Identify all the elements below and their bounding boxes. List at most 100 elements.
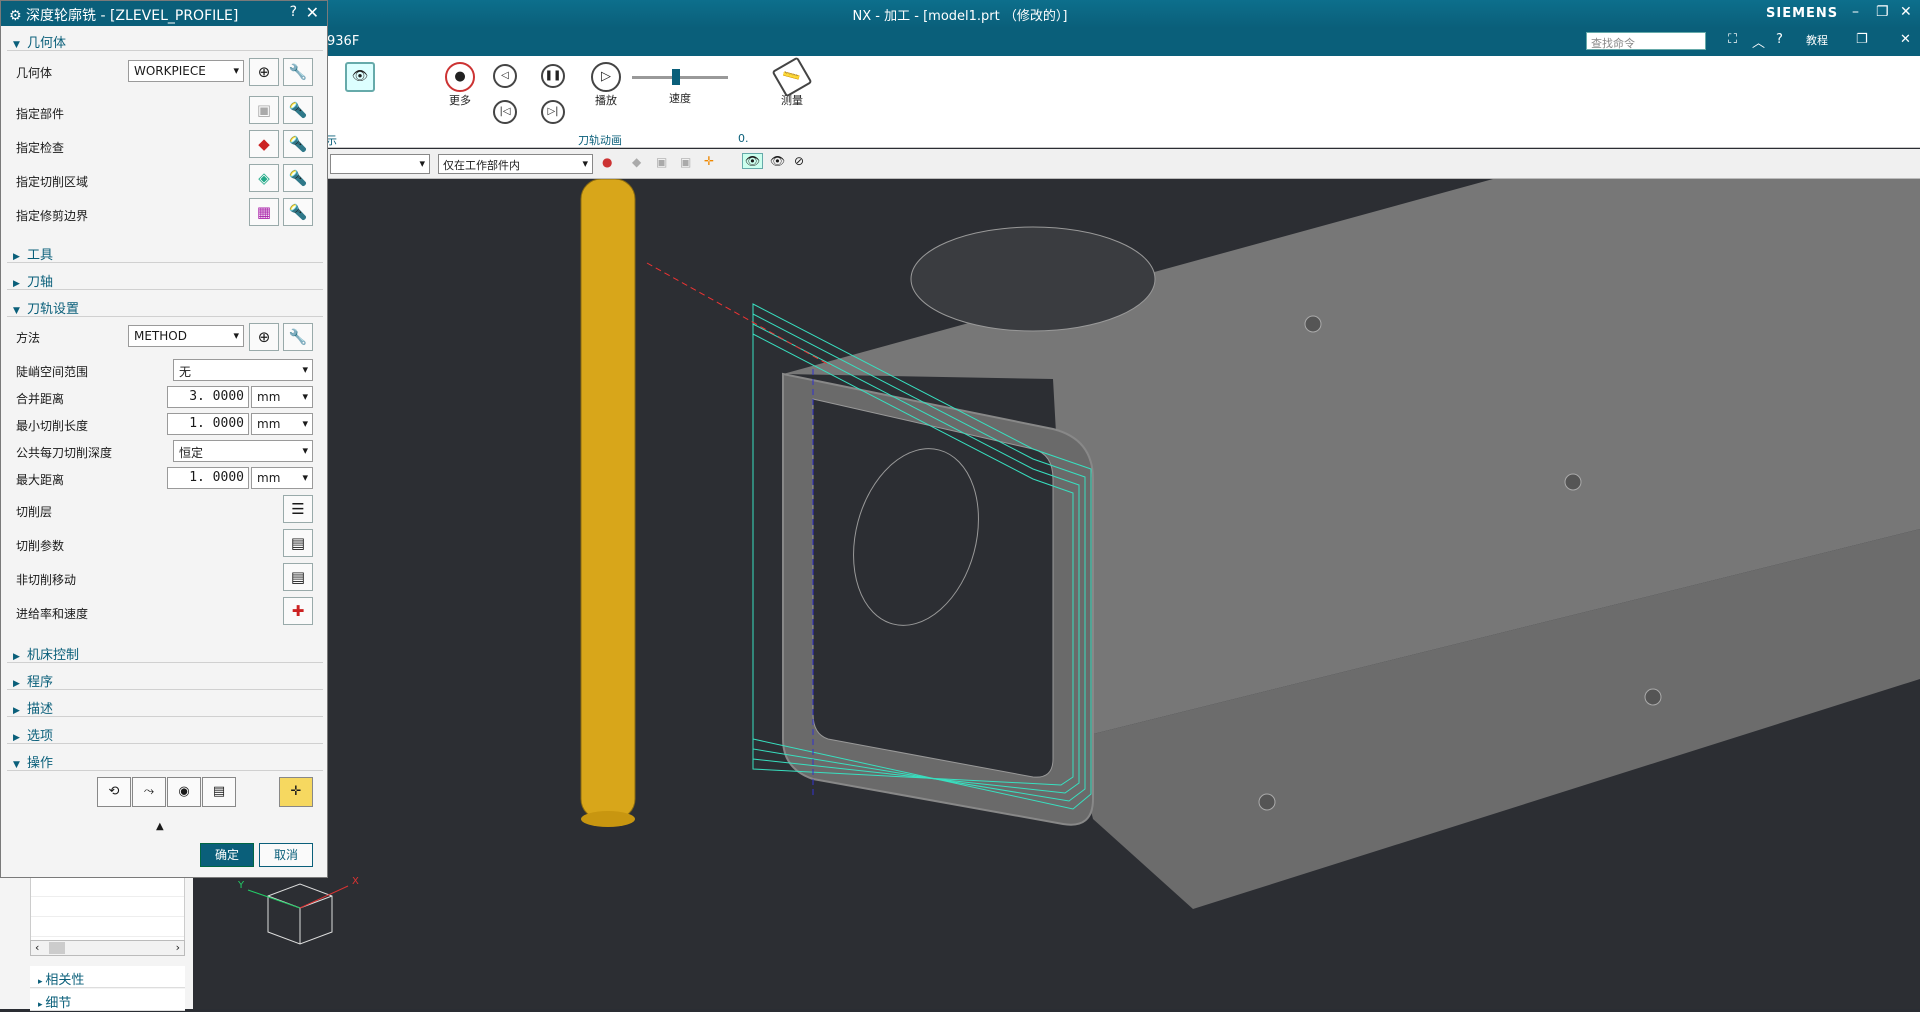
minimize-icon[interactable]: – xyxy=(1852,4,1859,20)
scope-filter-select[interactable]: 仅在工作部件内 xyxy=(438,154,593,174)
section-program[interactable]: ▶ 程序 xyxy=(7,668,323,690)
close-icon[interactable]: ✕ xyxy=(1900,4,1912,20)
chevron-down-icon: ▼ xyxy=(13,306,20,316)
cut-levels-icon[interactable]: ☰ xyxy=(283,495,313,523)
check-body-icon[interactable]: ◆ xyxy=(249,130,279,158)
cut-area-icon[interactable]: ◈ xyxy=(249,164,279,192)
speed-slider-handle[interactable] xyxy=(672,69,680,85)
chevron-up-icon[interactable]: ︿ xyxy=(1752,32,1765,51)
type-filter-select[interactable] xyxy=(330,154,430,174)
eye-icon[interactable]: 👁 xyxy=(770,154,785,168)
section-options[interactable]: ▶ 选项 xyxy=(7,722,323,744)
chevron-right-icon: ▶ xyxy=(13,279,20,289)
section-actions[interactable]: ▼ 操作 xyxy=(7,749,323,771)
restore-icon[interactable]: ❐ xyxy=(1876,4,1889,20)
max-distance-label: 最大距离 xyxy=(16,473,65,487)
section-description[interactable]: ▶ 描述 xyxy=(7,695,323,717)
eye-off-icon[interactable]: ⊘ xyxy=(794,154,804,168)
non-cut-label: 非切削移动 xyxy=(16,573,77,587)
feeds-speeds-icon[interactable]: ✚ xyxy=(283,597,313,625)
cube-icon[interactable]: ▣ xyxy=(680,155,691,169)
chevron-right-icon: ▶ xyxy=(13,706,20,716)
close-icon[interactable]: ✕ xyxy=(1900,32,1911,47)
geometry-select[interactable]: WORKPIECE xyxy=(128,60,244,82)
pause-button[interactable]: ❚❚ xyxy=(538,64,568,88)
measure-button[interactable]: 📏 测量 xyxy=(771,56,813,108)
document-tab[interactable]: 936F xyxy=(327,34,359,49)
min-cut-unit-select[interactable]: mm xyxy=(251,413,313,435)
brand-logo: SIEMENS xyxy=(1766,6,1839,21)
collapse-icon[interactable]: ▲ xyxy=(156,821,164,832)
triad-cube xyxy=(247,883,349,945)
max-distance-unit-select[interactable]: mm xyxy=(251,467,313,489)
help-icon[interactable]: ? xyxy=(1776,32,1783,47)
method-select[interactable]: METHOD xyxy=(128,325,244,347)
toolpath-display-button[interactable]: 👁 xyxy=(340,62,380,92)
cut-depth-label: 公共每刀切削深度 xyxy=(16,446,113,460)
list-icon[interactable]: ▤ xyxy=(202,777,236,807)
cut-depth-select[interactable]: 恒定 xyxy=(173,440,313,462)
last-button[interactable]: ▷| xyxy=(538,100,568,124)
replay-icon[interactable]: ⤳ xyxy=(132,777,166,807)
section-tool-axis[interactable]: ▶ 刀轴 xyxy=(7,268,323,290)
dialog-close-button[interactable]: ✕ xyxy=(306,3,319,22)
snap-icon[interactable]: ✛ xyxy=(704,154,714,168)
select-icon[interactable]: ◆ xyxy=(632,155,641,169)
details-section[interactable]: ▸ 细节 xyxy=(30,989,185,1011)
cube-icon[interactable]: ▣ xyxy=(656,155,667,169)
rewind-button[interactable]: ◁ xyxy=(490,64,520,88)
relevance-section[interactable]: ▸ 相关性 xyxy=(30,966,185,988)
max-distance-input[interactable]: 1. 0000 xyxy=(167,467,249,489)
chevron-left-icon[interactable]: ‹ xyxy=(35,941,39,954)
chevron-down-icon: ▼ xyxy=(13,40,20,50)
tutorial-link[interactable]: 教程 xyxy=(1806,32,1828,48)
cut-params-icon[interactable]: ▤ xyxy=(283,529,313,557)
section-path-settings[interactable]: ▼ 刀轨设置 xyxy=(7,295,323,317)
flashlight-icon[interactable]: 🔦 xyxy=(283,164,313,192)
new-method-icon[interactable]: ⊕ xyxy=(249,323,279,351)
scroll-thumb[interactable] xyxy=(49,942,65,954)
ok-button[interactable]: 确定 xyxy=(200,843,254,867)
eye-icon: 👁 xyxy=(345,62,375,92)
navigator-table xyxy=(30,876,185,942)
wrench-icon[interactable]: 🔧 xyxy=(283,323,313,351)
search-input[interactable]: 查找命令 xyxy=(1586,32,1706,50)
horizontal-scrollbar[interactable]: ‹ › xyxy=(30,940,185,956)
more-button[interactable]: ● 更多 xyxy=(440,62,480,108)
skip-forward-icon: ▷| xyxy=(541,100,565,124)
min-cut-length-input[interactable]: 1. 0000 xyxy=(167,413,249,435)
section-machine-control[interactable]: ▶ 机床控制 xyxy=(7,641,323,663)
section-geometry[interactable]: ▼ 几何体 xyxy=(7,29,323,51)
cancel-button[interactable]: 取消 xyxy=(259,843,313,867)
triad-y-label: Y xyxy=(238,880,245,891)
triad-x-label: X xyxy=(352,876,359,887)
manual-operation-icon[interactable]: ✛ xyxy=(279,777,313,807)
first-button[interactable]: |◁ xyxy=(490,100,520,124)
verify-icon[interactable]: ◉ xyxy=(167,777,201,807)
restore-icon[interactable]: ❐ xyxy=(1856,32,1868,47)
trim-boundary-icon[interactable]: ▦ xyxy=(249,198,279,226)
palette-icon: ● xyxy=(445,62,475,92)
show-hide-icon[interactable]: 👁 xyxy=(742,153,764,169)
flashlight-icon[interactable]: 🔦 xyxy=(283,198,313,226)
merge-unit-select[interactable]: mm xyxy=(251,386,313,408)
section-tool[interactable]: ▶ 工具 xyxy=(7,241,323,263)
part-icon[interactable]: ▣ xyxy=(249,96,279,124)
dialog-header: ⚙ 深度轮廓铣 - [ZLEVEL_PROFILE] ? ✕ xyxy=(1,1,327,26)
graphics-viewport[interactable] xyxy=(193,178,1920,1009)
steep-range-select[interactable]: 无 xyxy=(173,359,313,381)
non-cut-moves-icon[interactable]: ▤ xyxy=(283,563,313,591)
generate-icon[interactable]: ⟲ xyxy=(97,777,131,807)
color-filter-icon[interactable]: ● xyxy=(602,155,612,169)
help-button[interactable]: ? xyxy=(290,4,297,20)
new-geometry-icon[interactable]: ⊕ xyxy=(249,58,279,86)
flashlight-icon[interactable]: 🔦 xyxy=(283,96,313,124)
flashlight-icon[interactable]: 🔦 xyxy=(283,130,313,158)
merge-distance-input[interactable]: 3. 0000 xyxy=(167,386,249,408)
fullscreen-icon[interactable]: ⛶ xyxy=(1728,32,1737,47)
play-button[interactable]: ▷ 播放 xyxy=(586,62,626,108)
wrench-icon[interactable]: 🔧 xyxy=(283,58,313,86)
speed-slider[interactable] xyxy=(632,69,728,85)
zlevel-profile-dialog: ⚙ 深度轮廓铣 - [ZLEVEL_PROFILE] ? ✕ ▼ 几何体 几何体 … xyxy=(0,0,328,878)
chevron-right-icon[interactable]: › xyxy=(176,941,180,954)
